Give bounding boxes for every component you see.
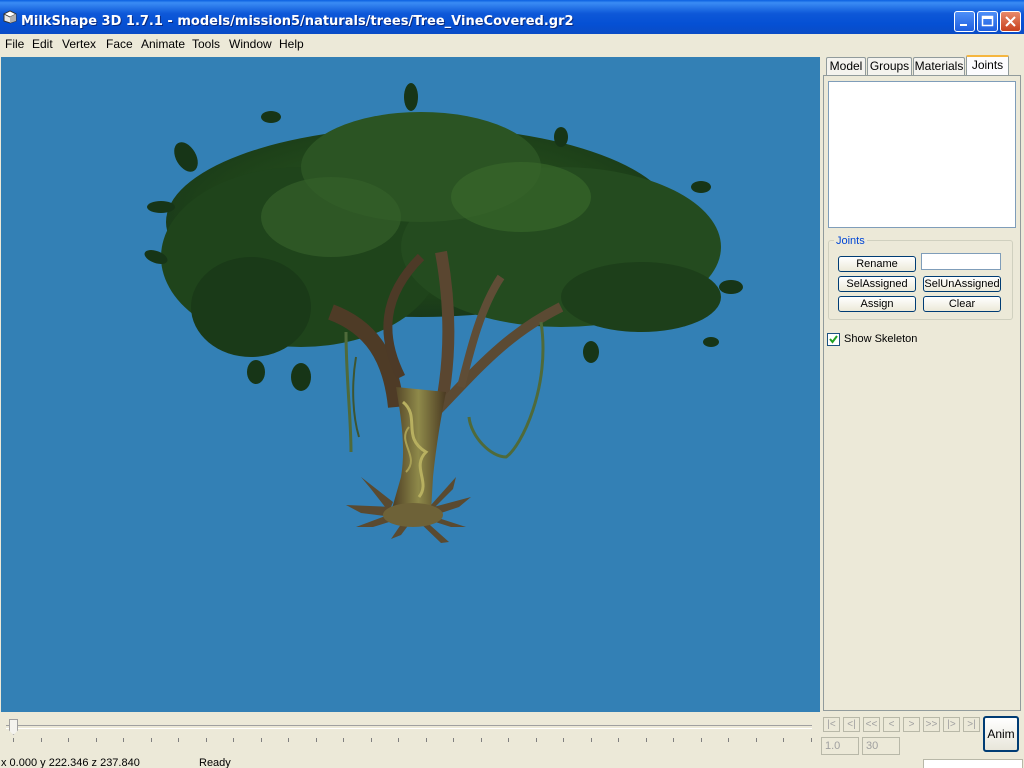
timeline-tick — [95, 738, 97, 742]
assign-button[interactable]: Assign — [838, 296, 916, 312]
prev-key-button[interactable]: <| — [843, 717, 860, 732]
rewind-button[interactable]: << — [863, 717, 880, 732]
timeline-tick — [645, 738, 647, 742]
timeline-tick — [343, 738, 345, 742]
cursor-coordinates: x 0.000 y 222.346 z 237.840 — [1, 757, 140, 768]
start-frame-field[interactable]: 1.0 — [821, 737, 859, 755]
timeline-tick — [508, 738, 510, 742]
timeline-tick — [68, 738, 70, 742]
sel-unassigned-button[interactable]: SelUnAssigned — [923, 276, 1001, 292]
timeline-tick — [453, 738, 455, 742]
properties-panel: Model Groups Materials Joints Joints Ren… — [823, 55, 1022, 712]
menu-animate[interactable]: Animate — [141, 37, 185, 51]
tree-model-render — [144, 83, 743, 543]
timeline-tick — [755, 738, 757, 742]
menu-help[interactable]: Help — [279, 37, 304, 51]
timeline-tick — [811, 738, 812, 742]
status-progress-box — [923, 759, 1023, 768]
app-window: MilkShape 3D 1.7.1 - models/mission5/nat… — [0, 0, 1024, 768]
rename-button[interactable]: Rename — [838, 256, 916, 272]
next-key-button[interactable]: |> — [943, 717, 960, 732]
timeline-tick — [205, 738, 207, 742]
timeline-tick — [370, 738, 372, 742]
window-title: MilkShape 3D 1.7.1 - models/mission5/nat… — [21, 14, 574, 29]
minimize-button[interactable] — [954, 11, 975, 32]
joints-list[interactable] — [828, 81, 1016, 228]
show-skeleton-checkbox[interactable] — [827, 333, 840, 346]
anim-mode-button[interactable]: Anim — [983, 716, 1019, 752]
menu-file[interactable]: File — [5, 37, 24, 51]
timeline-tick — [590, 738, 592, 742]
sel-assigned-button[interactable]: SelAssigned — [838, 276, 916, 292]
next-frame-button[interactable]: > — [903, 717, 920, 732]
status-text: Ready — [199, 757, 231, 768]
end-frame-field[interactable]: 30 — [862, 737, 900, 755]
animation-timeline[interactable] — [0, 713, 822, 753]
joints-group-label: Joints — [834, 235, 867, 247]
3d-viewport[interactable] — [1, 57, 820, 712]
timeline-tick — [535, 738, 537, 742]
timeline-tick — [700, 738, 702, 742]
timeline-tick — [480, 738, 482, 742]
timeline-tick — [260, 738, 262, 742]
menu-face[interactable]: Face — [106, 37, 133, 51]
timeline-tick — [398, 738, 400, 742]
timeline-tick — [673, 738, 675, 742]
tab-materials[interactable]: Materials — [913, 57, 965, 75]
timeline-tick — [783, 738, 785, 742]
tab-joints[interactable]: Joints — [966, 55, 1009, 76]
maximize-button[interactable] — [977, 11, 998, 32]
close-icon — [1005, 16, 1016, 27]
timeline-track — [6, 725, 812, 729]
menu-edit[interactable]: Edit — [32, 37, 53, 51]
joint-name-input[interactable] — [921, 253, 1001, 270]
first-frame-button[interactable]: |< — [823, 717, 840, 732]
timeline-tick — [618, 738, 620, 742]
timeline-tick — [123, 738, 125, 742]
tab-model[interactable]: Model — [826, 57, 866, 75]
status-bar: x 0.000 y 222.346 z 237.840 Ready — [0, 756, 1024, 768]
timeline-tick — [150, 738, 152, 742]
timeline-tick — [315, 738, 317, 742]
fast-forward-button[interactable]: >> — [923, 717, 940, 732]
timeline-tick — [40, 738, 42, 742]
tab-groups[interactable]: Groups — [867, 57, 912, 75]
timeline-tick — [178, 738, 180, 742]
timeline-tick — [728, 738, 730, 742]
clear-button[interactable]: Clear — [923, 296, 1001, 312]
timeline-tick — [288, 738, 290, 742]
milkshape-app-icon — [3, 10, 17, 24]
timeline-tick — [233, 738, 235, 742]
timeline-tick — [425, 738, 427, 742]
menu-vertex[interactable]: Vertex — [62, 37, 96, 51]
prev-frame-button[interactable]: < — [883, 717, 900, 732]
menu-tools[interactable]: Tools — [192, 37, 220, 51]
menu-window[interactable]: Window — [229, 37, 272, 51]
maximize-icon — [981, 15, 994, 27]
checkmark-icon — [829, 335, 838, 344]
show-skeleton-label: Show Skeleton — [844, 333, 918, 345]
menu-bar: File Edit Vertex Face Animate Tools Wind… — [0, 34, 1024, 54]
last-frame-button[interactable]: >| — [963, 717, 980, 732]
timeline-slider-thumb[interactable] — [9, 719, 18, 735]
close-button[interactable] — [1000, 11, 1021, 32]
joints-tab-page: Joints Rename SelAssigned SelUnAssigned … — [823, 75, 1021, 711]
timeline-tick — [563, 738, 565, 742]
minimize-icon — [960, 24, 967, 26]
timeline-tick — [13, 738, 14, 742]
title-bar[interactable]: MilkShape 3D 1.7.1 - models/mission5/nat… — [0, 0, 1024, 34]
